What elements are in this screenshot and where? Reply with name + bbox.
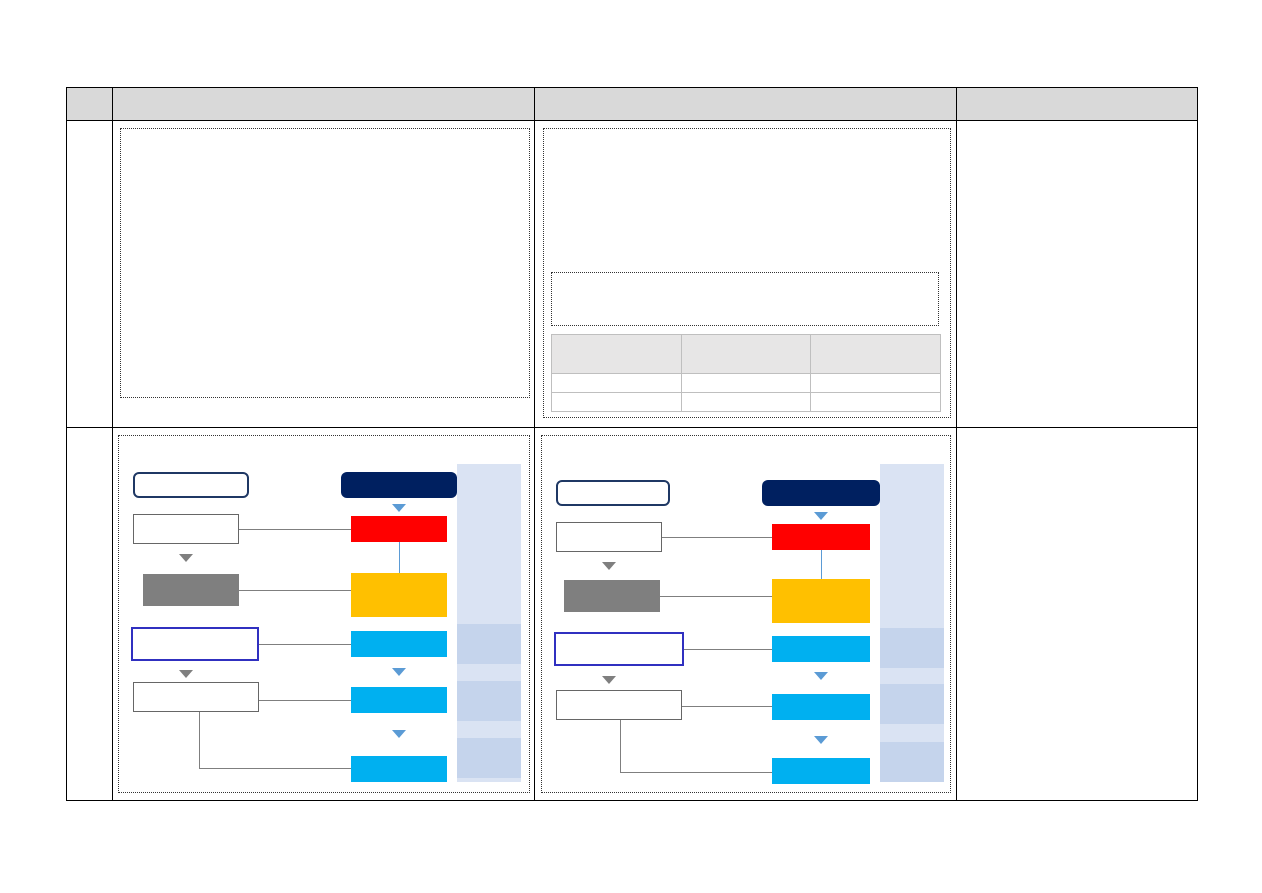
timeline-chip [880, 684, 944, 724]
text-box-before [120, 128, 530, 398]
timeline-chip [457, 738, 521, 778]
flow-box-health-center [564, 580, 660, 612]
timeline-chip [880, 742, 944, 782]
connector [682, 706, 772, 707]
flow-box-passive-keep [351, 631, 447, 657]
flow-box-passive-start [772, 579, 870, 623]
arrow-down-icon [392, 668, 406, 676]
arrow-down-icon [602, 676, 616, 684]
timeline-panel [880, 464, 944, 782]
arrow-down-icon [814, 736, 828, 744]
table-cell [810, 373, 941, 393]
connector [684, 649, 772, 650]
table-cell [810, 392, 941, 412]
arrow-down-icon [814, 512, 828, 520]
flow-box-staff [133, 472, 249, 498]
connector [660, 596, 772, 597]
flow-box-health-center [143, 574, 239, 606]
arrow-down-icon [179, 554, 193, 562]
flow-box-pcr-test [772, 694, 870, 720]
connector [620, 772, 772, 773]
table-cell [680, 334, 812, 374]
flow-box-passive-keep [772, 636, 870, 662]
flow-box-pcr-manage [556, 690, 682, 720]
flow-box-check-conditions [554, 632, 684, 666]
flow-box-passive-end [351, 756, 447, 782]
arrow-down-icon [392, 504, 406, 512]
connector [239, 529, 351, 530]
inner-note-box [551, 272, 939, 326]
flow-box-vaccinated [762, 480, 880, 506]
header-line [66, 120, 1198, 121]
arrow-down-icon [814, 672, 828, 680]
arrow-down-icon [392, 730, 406, 738]
timeline-chip [880, 628, 944, 668]
connector [199, 768, 351, 769]
timeline-panel [457, 464, 521, 782]
table-cell [680, 373, 812, 393]
connector [259, 644, 351, 645]
flow-box-passive-start [351, 573, 447, 617]
connector [662, 537, 772, 538]
timeline-chip [457, 624, 521, 664]
connector [620, 720, 621, 772]
table-cell [810, 334, 941, 374]
comparison-table [551, 334, 941, 412]
column-separator [534, 87, 535, 801]
flowchart-before [118, 435, 530, 793]
column-separator [956, 87, 957, 801]
flow-box-close-contact [351, 516, 447, 542]
table-cell [551, 334, 682, 374]
connector [821, 550, 822, 579]
connector [399, 542, 400, 573]
table-header-row [67, 88, 1197, 120]
flow-box-close-contact [772, 524, 870, 550]
table-cell [680, 392, 812, 412]
flow-box-epidemiology [133, 514, 239, 544]
arrow-down-icon [602, 562, 616, 570]
arrow-down-icon [179, 670, 193, 678]
connector [259, 700, 351, 701]
flowchart-after [541, 435, 951, 793]
connector [239, 590, 351, 591]
column-separator [112, 87, 113, 801]
flow-box-pcr-manage [133, 682, 259, 712]
timeline-chip [457, 681, 521, 721]
connector [199, 712, 200, 768]
row-separator [66, 427, 1198, 428]
flow-box-staff [556, 480, 670, 506]
table-cell [551, 373, 682, 393]
flow-box-epidemiology [556, 522, 662, 552]
flow-box-vaccinated [341, 472, 457, 498]
table-cell [551, 392, 682, 412]
flow-box-check-conditions [131, 627, 259, 661]
flow-box-passive-end [772, 758, 870, 784]
flow-box-pcr-test [351, 687, 447, 713]
